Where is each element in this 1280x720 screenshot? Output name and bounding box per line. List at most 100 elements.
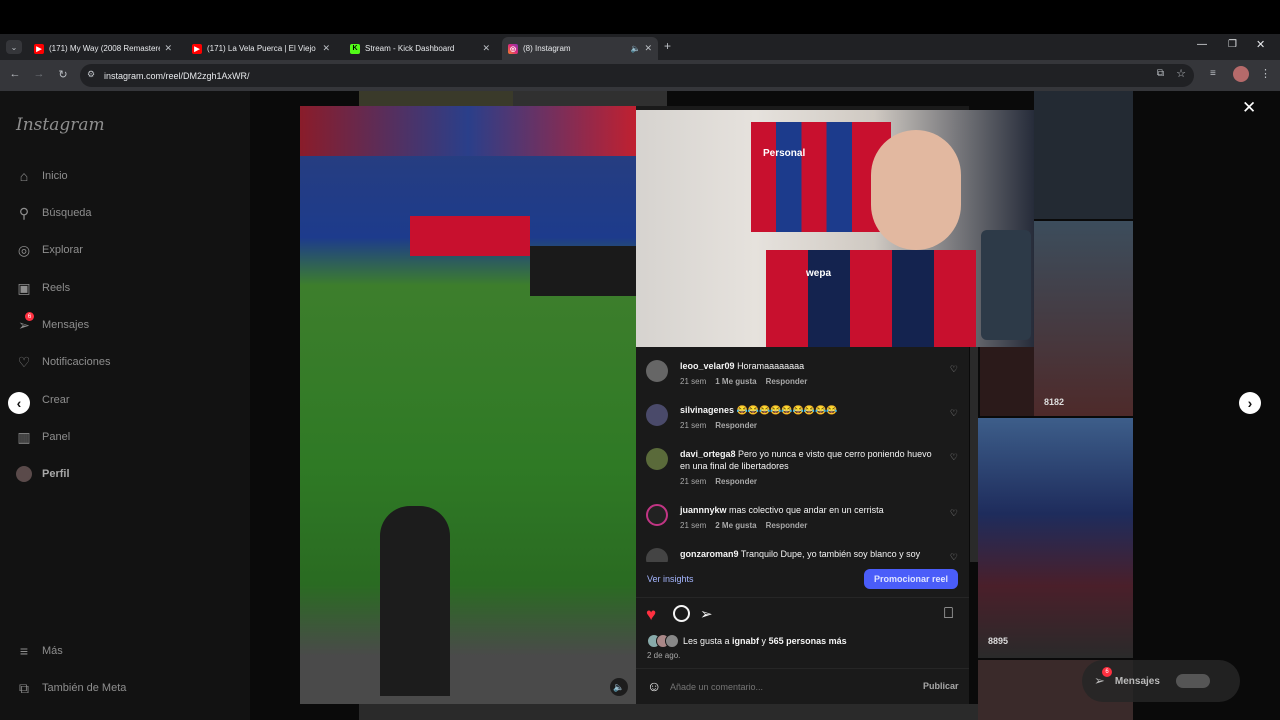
profile-avatar[interactable] [1233, 66, 1249, 82]
emoji-icon[interactable]: ☺ [647, 678, 661, 694]
tab-title: (171) La Vela Puerca | El Viejo | [207, 44, 319, 53]
kick-icon: K [350, 43, 360, 54]
comment-likes[interactable]: 1 Me gusta [715, 377, 756, 386]
tab-my-way[interactable]: ▶ (171) My Way (2008 Remastered) ✕ [28, 37, 178, 60]
messages-pill[interactable]: ➢ 6 Mensajes [1082, 660, 1240, 702]
reply-button[interactable]: Responder [766, 521, 808, 530]
comment-username[interactable]: gonzaroman9 [680, 549, 739, 559]
reply-button[interactable]: Responder [715, 421, 757, 430]
tab-title: Stream - Kick Dashboard [365, 44, 455, 53]
heart-icon: ♡ [17, 353, 31, 370]
comment-icon[interactable] [673, 605, 690, 622]
share-icon[interactable]: ➢ [700, 605, 713, 623]
sidebar-item-mensajes[interactable]: ➢ 6 Mensajes [16, 312, 89, 333]
reply-button[interactable]: Responder [766, 377, 808, 386]
close-icon[interactable]: ✕ [322, 43, 330, 54]
grid-tile [359, 704, 978, 720]
insights-link[interactable]: Ver insights [647, 574, 694, 584]
comment-text: juannnykw mas colectivo que andar en un … [680, 504, 942, 516]
messages-label: Mensajes [1114, 675, 1160, 687]
tab-title: (171) My Way (2008 Remastered) [49, 44, 161, 53]
tab-kick-dashboard[interactable]: K Stream - Kick Dashboard ✕ [344, 37, 496, 60]
like-comment-icon[interactable]: ♡ [950, 508, 958, 519]
comment-body: Horamaaaaaaaa [737, 361, 805, 371]
site-info-icon[interactable]: ⚙ [87, 69, 95, 80]
tab-search-button[interactable]: ⌄ [6, 40, 22, 54]
comment-likes[interactable]: 2 Me gusta [715, 521, 756, 530]
search-icon: ⚲ [18, 204, 30, 221]
avatar[interactable] [646, 360, 668, 382]
previous-button[interactable]: ‹ [8, 392, 30, 414]
next-button[interactable]: › [1239, 392, 1261, 414]
reply-button[interactable]: Responder [715, 477, 757, 486]
speaker-icon[interactable]: 🔈 [630, 44, 640, 53]
comment-input[interactable] [670, 678, 910, 696]
comment-username[interactable]: juannnykw [680, 505, 727, 515]
stadium-banner [300, 106, 636, 156]
new-tab-button[interactable]: + [664, 39, 671, 53]
minimize-button[interactable]: — [1197, 39, 1207, 50]
sidebar-item-panel[interactable]: ▥ Panel [16, 429, 70, 445]
window-top-bar [0, 0, 1280, 34]
close-icon[interactable]: ✕ [644, 43, 652, 54]
close-icon[interactable]: ✕ [164, 43, 172, 54]
avatar[interactable] [646, 548, 668, 562]
avatar[interactable] [646, 504, 668, 526]
sidebar-item-notificaciones[interactable]: ♡ Notificaciones [16, 353, 111, 370]
avatar[interactable] [646, 448, 668, 470]
bookmark-star-icon[interactable]: ☆ [1176, 67, 1186, 80]
reel-video[interactable]: 🔈 [300, 106, 636, 704]
sidebar-item-reels[interactable]: ▣ Reels [16, 280, 70, 296]
save-bookmark-icon[interactable]: ⎕ [944, 605, 953, 622]
scrollbar[interactable] [970, 347, 978, 562]
sidebar-item-meta[interactable]: ⧉ También de Meta [16, 680, 126, 696]
close-window-button[interactable]: ✕ [1256, 38, 1265, 51]
back-icon[interactable]: ← [8, 68, 22, 80]
mute-icon[interactable]: 🔈 [610, 678, 628, 696]
view-count: 8895 [988, 636, 1009, 646]
grid-tile: 8895 [978, 418, 1133, 658]
comment-meta: 21 sem Responder [680, 477, 766, 486]
sidebar-item-inicio[interactable]: ⌂ Inicio [16, 168, 68, 184]
avatar[interactable] [646, 404, 668, 426]
instagram-logo[interactable]: Instagram [16, 115, 105, 135]
sidebar-item-explorar[interactable]: ◎ Explorar [16, 242, 83, 258]
comment-text: silvinagenes 😂😂😂😂😂😂😂😂😂 [680, 404, 942, 416]
close-modal-icon[interactable]: ✕ [1242, 98, 1256, 118]
likes-count[interactable]: 565 personas más [769, 636, 847, 646]
comment-meta: 21 sem 1 Me gusta Responder [680, 377, 816, 386]
reels-icon: ▣ [17, 279, 31, 296]
sidebar-item-perfil[interactable]: Perfil [16, 466, 70, 482]
sidebar-item-label: Crear [42, 394, 70, 406]
comment-time: 21 sem [680, 421, 707, 430]
address-bar[interactable]: ⚙ instagram.com/reel/DM2zgh1AxWR/ ⧉ ☆ [80, 64, 1194, 87]
promote-button[interactable]: Promocionar reel [864, 569, 958, 589]
like-comment-icon[interactable]: ♡ [950, 552, 958, 562]
comment-username[interactable]: leoo_velar09 [680, 361, 735, 371]
media-control-icon[interactable]: ≡ [1210, 68, 1216, 79]
like-comment-icon[interactable]: ♡ [950, 364, 958, 375]
sidebar-item-busqueda[interactable]: ⚲ Búsqueda [16, 205, 92, 221]
comment-username[interactable]: silvinagenes [680, 405, 734, 415]
comment: gonzaroman9 Tranquilo Dupe, yo también s… [646, 548, 966, 562]
tab-instagram[interactable]: ◎ (8) Instagram 🔈 ✕ [502, 37, 658, 60]
like-comment-icon[interactable]: ♡ [950, 408, 958, 419]
menu-dots-icon[interactable]: ⋮ [1260, 67, 1271, 80]
sidebar-item-mas[interactable]: ≡ Más [16, 643, 63, 659]
likes-user[interactable]: ignabf [732, 636, 759, 646]
maximize-button[interactable]: ❐ [1228, 39, 1237, 50]
comment-text: gonzaroman9 Tranquilo Dupe, yo también s… [680, 548, 942, 560]
forward-icon[interactable]: → [32, 68, 46, 80]
comment-username[interactable]: davi_ortega8 [680, 449, 736, 459]
publish-button[interactable]: Publicar [923, 681, 959, 691]
like-heart-icon[interactable]: ♥ [646, 605, 656, 625]
likes-summary[interactable]: Les gusta a ignabf y 565 personas más [683, 636, 847, 646]
reload-icon[interactable]: ↻ [56, 68, 70, 81]
avatar [1175, 674, 1210, 688]
sidebar-item-label: Búsqueda [42, 207, 92, 219]
tab-la-vela-puerca[interactable]: ▶ (171) La Vela Puerca | El Viejo | ✕ [186, 37, 336, 60]
like-comment-icon[interactable]: ♡ [950, 452, 958, 463]
install-icon[interactable]: ⧉ [1157, 68, 1164, 79]
close-icon[interactable]: ✕ [482, 43, 490, 54]
sidebar-item-label: Explorar [42, 244, 83, 256]
